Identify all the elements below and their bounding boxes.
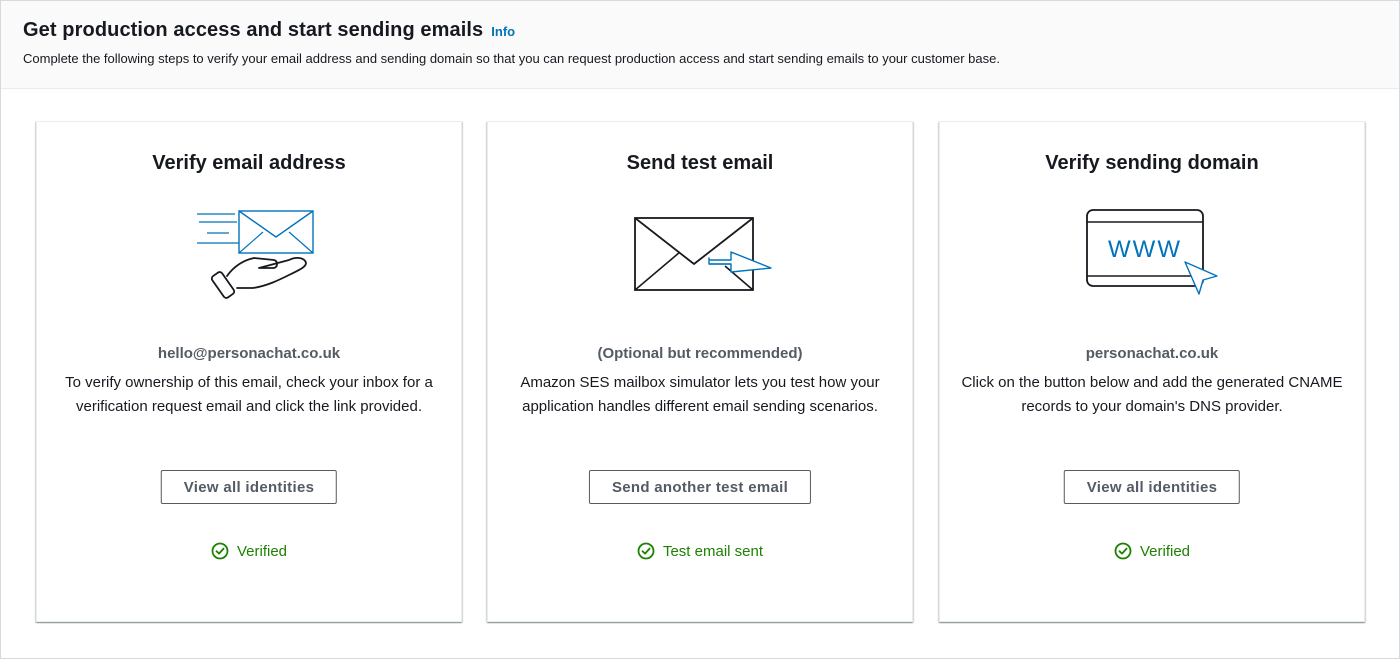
status-indicator: Verified — [940, 542, 1364, 560]
send-test-email-card: Send test email (Optional but recommende… — [487, 121, 913, 622]
view-all-identities-button[interactable]: View all identities — [1063, 470, 1241, 504]
card-title: Verify sending domain — [1045, 152, 1259, 174]
card-title: Verify email address — [152, 152, 346, 174]
card-description: To verify ownership of this email, check… — [65, 374, 433, 415]
verify-sending-domain-card: Verify sending domain WWW personachat.co… — [939, 121, 1365, 622]
status-text: Test email sent — [662, 542, 764, 560]
verify-email-card: Verify email address hello@personachat.c… — [36, 121, 462, 622]
check-circle-icon — [1114, 542, 1132, 560]
www-browser-icon: WWW — [940, 204, 1364, 304]
card-title: Send test email — [626, 152, 774, 174]
card-subtitle: personachat.co.uk — [1085, 345, 1219, 362]
email-in-hand-icon — [37, 204, 461, 304]
status-text: Verified — [236, 542, 288, 560]
card-subtitle: (Optional but recommended) — [597, 345, 803, 362]
status-indicator: Verified — [37, 542, 461, 560]
status-text: Verified — [1139, 542, 1191, 560]
panel-header: Get production access and start sending … — [1, 1, 1399, 89]
info-link[interactable]: Info — [491, 24, 515, 39]
card-description: Amazon SES mailbox simulator lets you te… — [520, 374, 880, 415]
header-title-row: Get production access and start sending … — [23, 19, 1377, 42]
check-circle-icon — [637, 542, 655, 560]
www-text: WWW — [1108, 236, 1182, 263]
production-access-panel: Get production access and start sending … — [0, 0, 1400, 659]
status-indicator: Test email sent — [488, 542, 912, 560]
card-description: Click on the button below and add the ge… — [961, 374, 1343, 415]
check-circle-icon — [211, 542, 229, 560]
page-title: Get production access and start sending … — [23, 19, 484, 41]
steps-container: Verify email address hello@personachat.c… — [36, 121, 1365, 624]
envelope-send-icon — [488, 204, 912, 304]
send-another-test-email-button[interactable]: Send another test email — [588, 470, 812, 504]
view-all-identities-button[interactable]: View all identities — [160, 470, 338, 504]
card-subtitle: hello@personachat.co.uk — [157, 345, 341, 362]
header-description: Complete the following steps to verify y… — [23, 51, 1000, 66]
